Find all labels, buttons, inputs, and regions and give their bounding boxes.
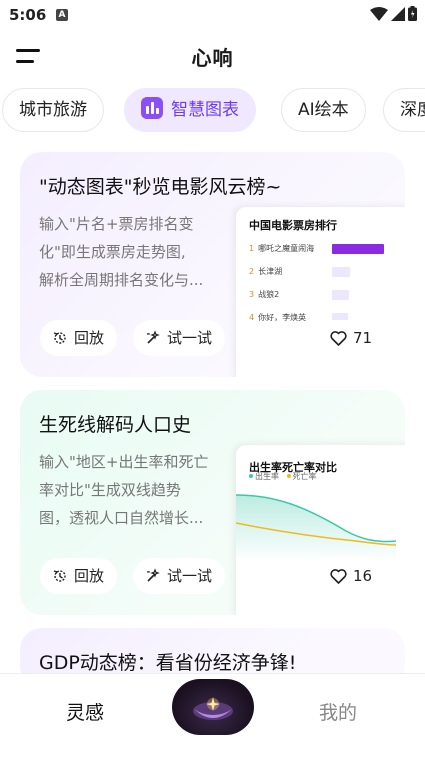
card-description-line: 图，透视人口自然增长... xyxy=(39,509,204,527)
try-button[interactable]: 试一试 xyxy=(133,320,226,356)
tab-label: 智慧图表 xyxy=(171,100,239,120)
page-title: 心响 xyxy=(191,46,234,70)
card-description-line: 解析全周期排名变化与... xyxy=(39,271,204,289)
legend-label: 死亡率 xyxy=(292,472,317,481)
tab-deep[interactable]: 深度 xyxy=(383,88,425,132)
rank-bar xyxy=(332,244,384,254)
card-title: 生死线解码人口史 xyxy=(39,414,192,436)
rank-name: 你好，李焕英 xyxy=(258,313,307,322)
try-label: 试一试 xyxy=(167,329,213,347)
status-bar: 5:06 A xyxy=(0,0,425,30)
rank-bar xyxy=(332,267,350,277)
like-button[interactable]: 16 xyxy=(316,558,386,594)
like-count: 71 xyxy=(352,329,373,347)
wifi-icon xyxy=(370,6,388,21)
notification-icon: A xyxy=(56,9,68,21)
replay-label: 回放 xyxy=(74,329,105,347)
heart-icon xyxy=(330,569,347,584)
rank-number: 3 xyxy=(249,290,255,299)
rank-row: 4 你好，李焕英 xyxy=(249,312,306,323)
magic-lamp-button[interactable] xyxy=(172,679,254,735)
status-icons xyxy=(370,6,417,21)
rank-name: 战狼2 xyxy=(258,290,280,299)
magic-wand-icon xyxy=(147,330,160,344)
tab-label: AI绘本 xyxy=(298,100,349,120)
magic-lamp-icon xyxy=(193,697,233,720)
card-description-line: 率对比"生成双线趋势 xyxy=(39,481,181,499)
rank-number: 4 xyxy=(249,313,255,322)
tab-smart-chart[interactable]: 智慧图表 xyxy=(124,88,256,132)
battery-icon xyxy=(408,6,417,21)
rank-row: 3 战狼2 xyxy=(249,289,279,300)
replay-icon xyxy=(53,332,66,344)
card-description-line: 化"即生成票房走势图, xyxy=(39,243,186,261)
card-description-line: 输入"片名+票房排名变 xyxy=(39,215,194,233)
feature-card[interactable]: "动态图表"秒览电影风云榜~ 输入"片名+票房排名变 化"即生成票房走势图, 解… xyxy=(20,152,405,377)
card-description: 输入"片名+票房排名变 化"即生成票房走势图, 解析全周期排名变化与... xyxy=(39,210,239,294)
card-title: "动态图表"秒览电影风云榜~ xyxy=(39,176,282,198)
legend-label: 出生率 xyxy=(255,472,279,481)
trend-lines xyxy=(236,494,396,562)
rank-row: 2 长津湖 xyxy=(249,266,282,277)
rank-row: 1 哪吒之魔童闹海 xyxy=(249,243,314,254)
replay-icon xyxy=(53,570,66,582)
replay-button[interactable]: 回放 xyxy=(40,558,118,594)
rank-number: 1 xyxy=(249,244,255,253)
status-time: 5:06 xyxy=(9,6,47,24)
preview-title: 中国电影票房排行 xyxy=(249,219,337,232)
replay-button[interactable]: 回放 xyxy=(40,320,118,356)
nav-mine[interactable]: 我的 xyxy=(319,698,357,725)
try-button[interactable]: 试一试 xyxy=(133,558,226,594)
legend-dot-death xyxy=(286,474,291,478)
rank-name: 哪吒之魔童闹海 xyxy=(258,244,315,253)
feature-card[interactable]: 生死线解码人口史 输入"地区+出生率和死亡 率对比"生成双线趋势 图，透视人口自… xyxy=(20,390,405,615)
card-description: 输入"地区+出生率和死亡 率对比"生成双线趋势 图，透视人口自然增长... xyxy=(39,448,239,532)
like-count: 16 xyxy=(352,567,373,585)
card-description-line: 输入"地区+出生率和死亡 xyxy=(39,453,209,471)
signal-icon xyxy=(391,6,405,21)
app-header: 心响 xyxy=(0,34,425,78)
tab-city-travel[interactable]: 城市旅游 xyxy=(2,88,104,132)
chart-icon xyxy=(141,97,163,119)
like-button[interactable]: 71 xyxy=(316,320,386,356)
tab-label: 深度 xyxy=(400,100,425,120)
tab-ai-picture-book[interactable]: AI绘本 xyxy=(281,88,366,132)
bottom-nav: 灵感 我的 xyxy=(0,673,425,757)
magic-wand-icon xyxy=(147,568,160,582)
legend-dot-birth xyxy=(249,474,253,478)
try-label: 试一试 xyxy=(167,567,213,585)
rank-number: 2 xyxy=(249,267,255,276)
heart-icon xyxy=(330,331,347,346)
rank-name: 长津湖 xyxy=(258,267,283,276)
category-tabs: 城市旅游 智慧图表 AI绘本 深度 xyxy=(0,88,425,134)
card-title: GDP动态榜：看省份经济争锋! xyxy=(39,652,297,674)
birth-rate-area xyxy=(236,495,396,562)
rank-bar xyxy=(332,290,349,300)
tab-label: 城市旅游 xyxy=(19,100,87,120)
chart-legend: 出生率 死亡率 xyxy=(249,471,317,482)
nav-inspiration[interactable]: 灵感 xyxy=(66,698,104,725)
replay-label: 回放 xyxy=(74,567,105,585)
